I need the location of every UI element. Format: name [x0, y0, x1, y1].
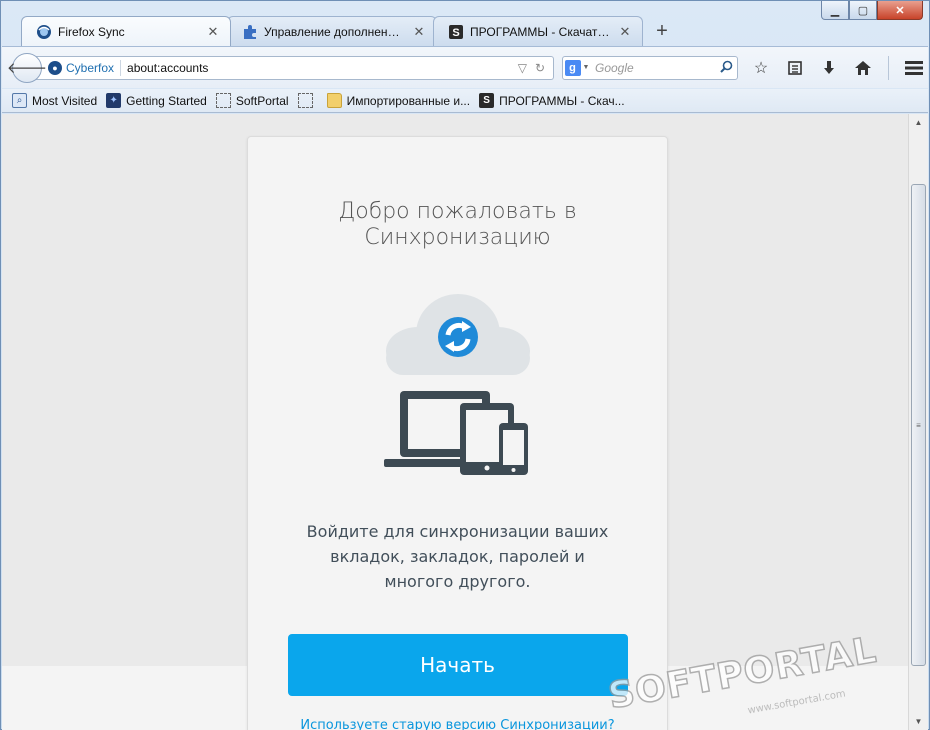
google-icon: g — [564, 59, 581, 76]
search-engine-selector[interactable]: g ▼ — [563, 57, 591, 79]
bookmarks-toolbar: ⌕ Most Visited ✦ Getting Started SoftPor… — [2, 89, 928, 113]
browser-window: ▁ ▢ ✕ Firefox Sync ✕ Управление дополнен… — [0, 0, 930, 730]
close-window-button[interactable]: ✕ — [877, 1, 923, 20]
tab-close-icon[interactable]: ✕ — [206, 24, 220, 40]
watermark-url: www.softportal.com — [746, 688, 847, 717]
chevron-down-icon: ▼ — [582, 64, 590, 71]
bookmark-softportal-programs[interactable]: S ПРОГРАММЫ - Скач... — [479, 93, 625, 108]
scroll-down-icon[interactable]: ▼ — [909, 713, 928, 730]
url-bar[interactable]: ● Cyberfox about:accounts ▽ ↻ — [36, 55, 554, 80]
navigation-toolbar: 🡐 ● Cyberfox about:accounts ▽ ↻ g ▼ Goog… — [2, 46, 928, 88]
reading-list-icon[interactable] — [784, 57, 806, 79]
bookmark-label: Getting Started — [126, 93, 207, 108]
scroll-thumb[interactable]: ≡ — [911, 184, 926, 666]
puzzle-icon — [242, 24, 258, 40]
bookmark-label: ПРОГРАММЫ - Скач... — [499, 93, 625, 108]
bookmark-untitled[interactable] — [297, 93, 318, 108]
vertical-scrollbar[interactable]: ▲ ≡ ▼ — [908, 114, 928, 730]
bookmark-imported-folder[interactable]: Импортированные и... — [326, 93, 471, 108]
tab-close-icon[interactable]: ✕ — [412, 24, 426, 40]
identity-label: Cyberfox — [66, 60, 115, 75]
page-content: Добро пожаловать в Синхронизацию Войдите… — [2, 114, 908, 730]
url-input[interactable]: about:accounts — [127, 61, 518, 75]
home-icon[interactable] — [852, 57, 874, 79]
reload-icon[interactable]: ↻ — [535, 61, 545, 75]
bookmark-softportal[interactable]: SoftPortal — [215, 93, 289, 108]
sync-welcome-card: Добро пожаловать в Синхронизацию Войдите… — [247, 136, 668, 730]
bookmark-getting-started[interactable]: ✦ Getting Started — [106, 93, 207, 108]
dropdown-arrow-icon[interactable]: ▽ — [518, 61, 527, 75]
search-input[interactable]: Google — [591, 61, 715, 75]
tab-title: Firefox Sync — [58, 24, 125, 39]
start-button[interactable]: Начать — [287, 634, 628, 696]
sync-illustration — [378, 279, 538, 479]
search-bar[interactable]: g ▼ Google — [562, 55, 738, 80]
most-visited-icon: ⌕ — [12, 93, 27, 108]
bookmark-label: SoftPortal — [235, 93, 289, 108]
getting-started-icon: ✦ — [106, 93, 122, 108]
phone-icon — [498, 423, 528, 475]
url-bar-actions: ▽ ↻ — [518, 61, 553, 75]
toolbar-buttons: ☆ — [750, 55, 925, 80]
old-sync-version-link[interactable]: Используете старую версию Синхронизации? — [248, 718, 667, 730]
dashed-bookmark-icon — [215, 93, 231, 108]
toolbar-separator — [888, 55, 889, 80]
window-controls: ▁ ▢ ✕ — [821, 1, 923, 20]
dashed-bookmark-icon — [297, 93, 313, 108]
back-button[interactable]: 🡐 — [7, 52, 47, 83]
new-tab-button[interactable]: + — [647, 16, 677, 46]
tab-softportal-programs[interactable]: S ПРОГРАММЫ - Скачать б... ✕ — [433, 16, 643, 46]
bookmark-most-visited[interactable]: ⌕ Most Visited — [12, 93, 97, 108]
sync-description: Войдите для синхронизации ваших вкладок,… — [306, 522, 609, 591]
globe-icon: ● — [48, 60, 62, 75]
bookmark-star-icon[interactable]: ☆ — [750, 57, 772, 79]
download-icon[interactable] — [818, 57, 840, 79]
sync-devices-icon — [383, 294, 530, 475]
softportal-icon: S — [448, 24, 464, 40]
tab-close-icon[interactable]: ✕ — [618, 24, 632, 40]
bookmark-label: Импортированные и... — [346, 93, 471, 108]
tab-title: ПРОГРАММЫ - Скачать б... — [470, 24, 612, 39]
tab-title: Управление дополнениями — [264, 24, 406, 39]
firefox-sync-icon — [36, 24, 52, 40]
softportal-watermark: SOFTPORTAL www.softportal.com — [604, 628, 886, 718]
site-identity[interactable]: ● Cyberfox — [48, 59, 122, 76]
page-title: Добро пожаловать в Синхронизацию — [338, 199, 577, 250]
folder-icon — [326, 93, 342, 108]
tab-strip: Firefox Sync ✕ Управление дополнениями ✕… — [21, 16, 677, 46]
tab-firefox-sync[interactable]: Firefox Sync ✕ — [21, 16, 231, 46]
scroll-up-icon[interactable]: ▲ — [909, 114, 928, 131]
softportal-icon: S — [479, 93, 495, 108]
maximize-button[interactable]: ▢ — [849, 1, 877, 20]
bookmark-label: Most Visited — [32, 93, 98, 108]
menu-icon[interactable] — [903, 57, 925, 79]
search-icon[interactable] — [715, 60, 737, 76]
sync-arrows-icon — [437, 317, 478, 357]
back-arrow-icon: 🡐 — [6, 60, 48, 77]
tab-addons-manager[interactable]: Управление дополнениями ✕ — [227, 16, 437, 46]
svg-text:S: S — [452, 27, 459, 39]
minimize-button[interactable]: ▁ — [821, 1, 849, 20]
